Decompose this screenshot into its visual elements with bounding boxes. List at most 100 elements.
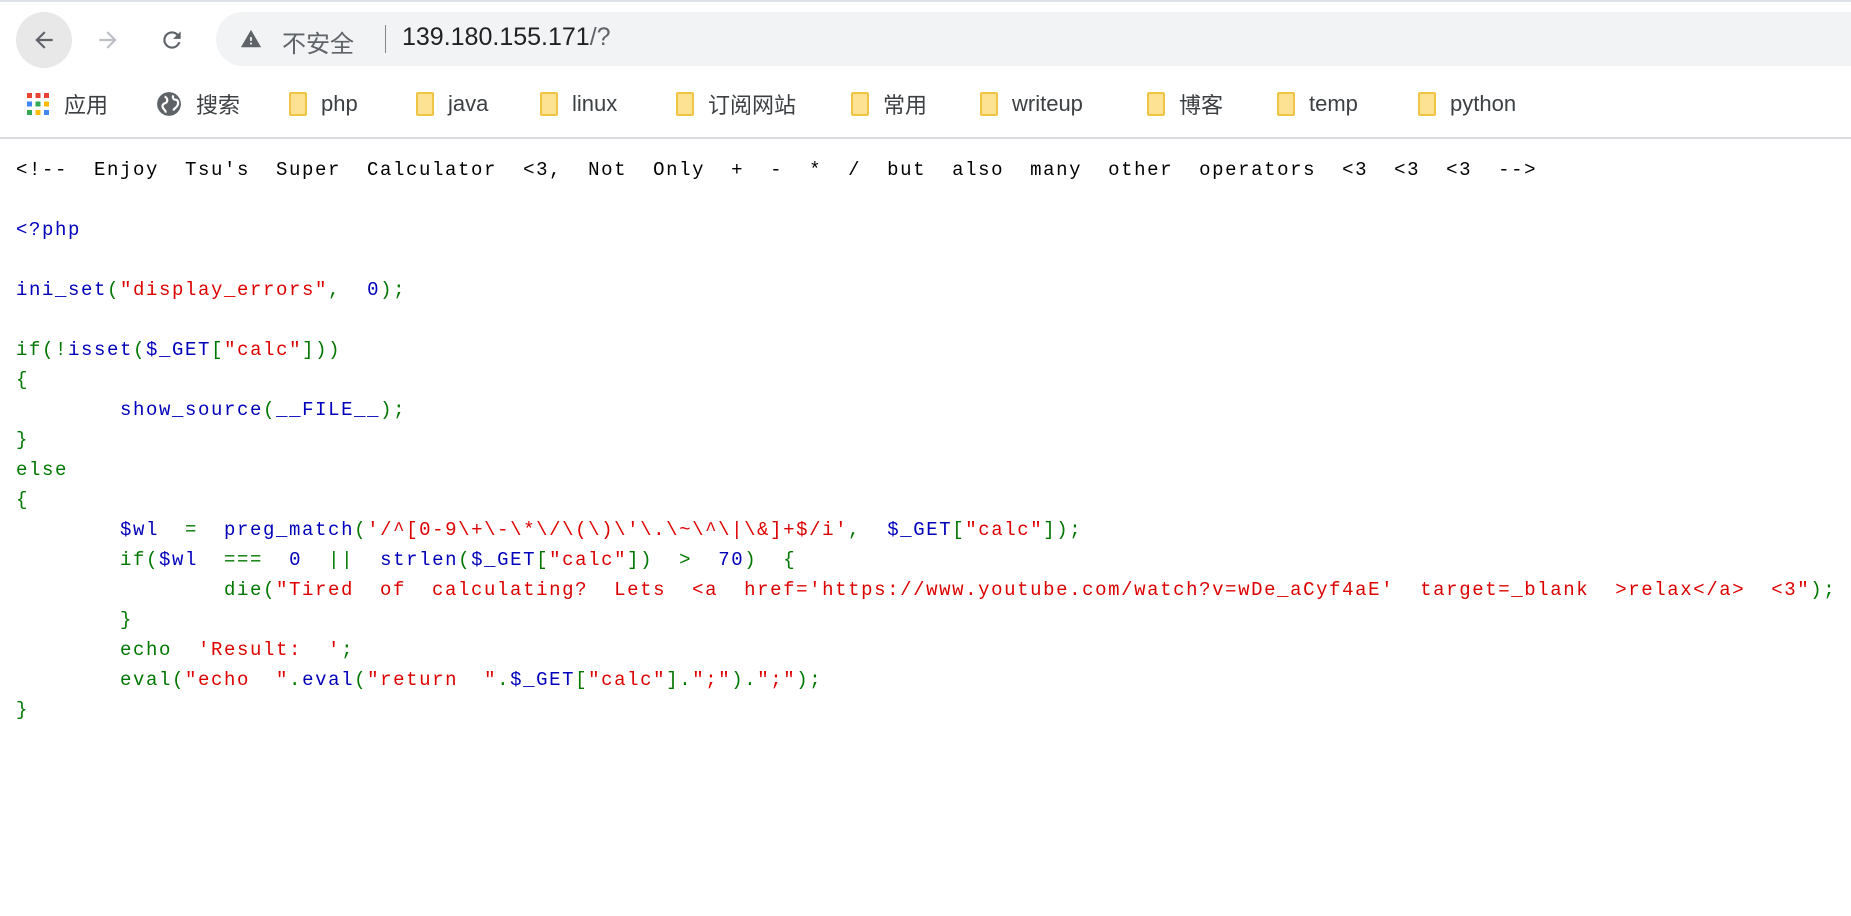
bookmark-label: writeup [1012, 91, 1083, 116]
code-token-default: $wl [159, 549, 225, 571]
code-token-string: "echo " [185, 669, 290, 691]
code-token-keyword [16, 519, 120, 541]
toolbar-separator [0, 137, 1851, 139]
code-token-keyword: ); [796, 669, 823, 691]
bookmark-folder-linux[interactable]: linux [540, 82, 617, 126]
code-token-default: $_GET [510, 669, 576, 691]
url-path: /? [589, 23, 611, 51]
bookmark-folder-blog[interactable]: 博客 [1147, 82, 1223, 126]
folder-icon [540, 92, 558, 116]
code-token-string: "calc" [549, 549, 628, 571]
code-token-default: 0 [289, 549, 329, 571]
code-token-keyword: ])) [302, 339, 342, 361]
code-token-keyword: [ [211, 339, 225, 361]
bookmark-search[interactable]: 搜索 [156, 82, 240, 126]
code-token-string: 'Result: ' [198, 639, 342, 661]
code-token-default: $_GET [887, 519, 953, 541]
bookmark-label: 常用 [883, 93, 928, 118]
code-line: show_source(__FILE__); [16, 395, 1836, 425]
code-token-default: __FILE__ [276, 399, 381, 421]
code-line: { [16, 365, 1836, 395]
back-button[interactable] [16, 12, 72, 68]
code-token-keyword: [ [536, 549, 550, 571]
code-token-keyword: ( [354, 519, 368, 541]
code-token-default: $_GET [471, 549, 537, 571]
code-token-keyword: ( [354, 669, 368, 691]
bookmark-folder-php[interactable]: php [289, 82, 358, 126]
bookmark-label: linux [572, 91, 618, 116]
bookmark-folder-java[interactable]: java [416, 82, 488, 126]
bookmark-folder-subscriptions[interactable]: 订阅网站 [676, 82, 796, 126]
bookmark-label: temp [1309, 91, 1358, 116]
forward-button[interactable] [80, 12, 136, 68]
code-token-keyword: ) { [744, 549, 797, 571]
code-token-keyword: ). [731, 669, 758, 691]
code-token-keyword: , [848, 519, 888, 541]
code-token-default: $wl [120, 519, 186, 541]
folder-icon [289, 92, 307, 116]
code-token-string: "display_errors" [120, 279, 329, 301]
apps-grid-icon [26, 92, 50, 116]
code-token-string: "calc" [965, 519, 1044, 541]
code-token-keyword: ( [263, 399, 277, 421]
code-token-keyword: , [328, 279, 368, 301]
code-token-keyword: ( [133, 339, 147, 361]
code-token-keyword: } [16, 429, 30, 451]
code-token-keyword: . [289, 669, 303, 691]
code-token-string: "return " [367, 669, 498, 691]
bookmark-folder-temp[interactable]: temp [1277, 82, 1358, 126]
code-token-string: ";" [692, 669, 732, 691]
code-token-keyword: else [16, 459, 69, 481]
folder-icon [1277, 92, 1295, 116]
address-bar[interactable]: 不安全 139.180.155.171/? [216, 12, 1851, 66]
folder-icon [416, 92, 434, 116]
security-label[interactable]: 不安全 [282, 24, 354, 59]
code-token-string: '/^[0-9\+\-\*\/\(\)\'\.\~\^\|\&]+$/i' [367, 519, 849, 541]
bookmark-label: 搜索 [196, 93, 241, 118]
code-token-keyword: || [328, 549, 381, 571]
bookmark-folder-python[interactable]: python [1418, 82, 1516, 126]
code-line: } [16, 695, 1836, 725]
code-token-keyword: if(! [16, 339, 69, 361]
bookmark-label: 博客 [1179, 93, 1224, 118]
code-token-string: "Tired of calculating? Lets <a href='htt… [276, 579, 1811, 601]
code-line: $wl = preg_match('/^[0-9\+\-\*\/\(\)\'\.… [16, 515, 1836, 545]
bookmark-folder-writeup[interactable]: writeup [980, 82, 1083, 126]
forward-arrow-icon [99, 31, 117, 49]
code-token-keyword [16, 399, 120, 421]
reload-button[interactable] [144, 12, 200, 68]
code-token-keyword: } [16, 699, 30, 721]
code-token-keyword: ]) > [627, 549, 719, 571]
code-token-keyword: echo [16, 639, 199, 661]
code-token-keyword: . [497, 669, 511, 691]
bookmark-label: python [1450, 91, 1517, 116]
code-token-default: preg_match [224, 519, 355, 541]
bookmark-folder-common[interactable]: 常用 [851, 82, 927, 126]
address-divider [385, 25, 386, 53]
folder-icon [676, 92, 694, 116]
url-host: 139.180.155.171 [402, 23, 590, 51]
code-token-string: ";" [757, 669, 797, 691]
code-token-keyword: ); [1810, 579, 1837, 601]
code-token-html: <!-- Enjoy Tsu's Super Calculator <3, No… [16, 159, 1538, 181]
bookmark-label: 应用 [64, 93, 109, 118]
code-token-keyword: = [185, 519, 225, 541]
browser-toolbar: 不安全 139.180.155.171/? [0, 2, 1851, 74]
code-token-default: strlen [380, 549, 459, 571]
bookmark-label: 订阅网站 [708, 93, 797, 118]
code-token-keyword: ( [107, 279, 121, 301]
url-text[interactable]: 139.180.155.171/? [402, 23, 611, 52]
code-token-default: eval [302, 669, 355, 691]
bookmark-apps[interactable]: 应用 [26, 82, 108, 126]
code-line: die("Tired of calculating? Lets <a href=… [16, 575, 1836, 605]
code-token-keyword: [ [952, 519, 966, 541]
folder-icon [1418, 92, 1436, 116]
code-token-keyword: ); [380, 399, 407, 421]
code-token-default: show_source [120, 399, 264, 421]
reload-icon [163, 31, 181, 49]
code-line: echo 'Result: '; [16, 635, 1836, 665]
code-token-keyword: === [224, 549, 290, 571]
code-token-keyword: die( [16, 579, 277, 601]
folder-icon [851, 92, 869, 116]
